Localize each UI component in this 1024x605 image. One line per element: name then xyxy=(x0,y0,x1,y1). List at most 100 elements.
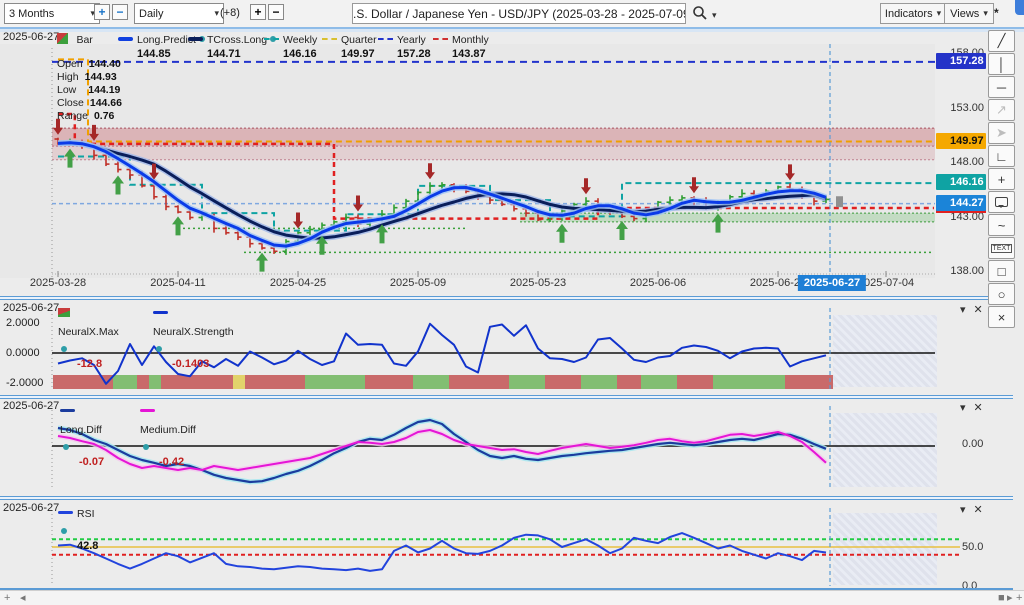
panel2-controls: ▾ ✕ xyxy=(960,303,983,316)
scroll-plus-icon[interactable]: + xyxy=(4,591,10,605)
main-panel-date: 2025-06-27 xyxy=(3,31,59,43)
zoom-in-button[interactable]: + xyxy=(94,4,110,20)
close-drawing-tool[interactable]: × xyxy=(988,306,1015,328)
info-dot-icon[interactable] xyxy=(63,444,69,450)
zoom-out-button[interactable]: − xyxy=(112,4,128,20)
series-swatch-icon xyxy=(188,37,203,41)
remove-bar-button[interactable]: − xyxy=(268,4,284,20)
legend-item-tcross.long[interactable]: TCross.Long144.71 xyxy=(188,30,276,60)
text-tool[interactable]: TEXT xyxy=(988,237,1015,259)
collapse-panel-icon[interactable]: ▾ xyxy=(960,303,966,316)
close-panel-icon[interactable]: ✕ xyxy=(974,401,983,414)
indicator-y-label: 0.0000 xyxy=(0,347,54,359)
series-swatch-icon xyxy=(140,409,155,412)
legend-item-value: -0.07 xyxy=(79,456,104,468)
collapse-panel-icon[interactable]: ▾ xyxy=(960,401,966,414)
collapse-panel-icon[interactable]: ▾ xyxy=(960,503,966,516)
price-tick-label: 138.00 xyxy=(950,265,984,277)
legend-item-weekly[interactable]: Weekly 146.16 xyxy=(264,30,317,60)
trend-line-tool[interactable]: ╱ xyxy=(988,30,1015,52)
horizontal-scrollbar[interactable]: +◂■▸+ xyxy=(0,590,1024,605)
legend-item-label: RSI xyxy=(77,508,95,520)
horizontal-line-tool[interactable]: ─ xyxy=(988,76,1015,98)
current-date-badge[interactable]: 2025-06-27 xyxy=(798,275,866,291)
scroll-thumb-icon[interactable]: ■ xyxy=(998,591,1005,605)
close-panel-icon[interactable]: ✕ xyxy=(974,303,983,316)
indicators-button-label: Indicators xyxy=(885,8,933,20)
legend-item-neuralx.max[interactable]: NeuralX.Max-12.8 xyxy=(58,304,119,370)
date-tick-label: 2025-05-09 xyxy=(390,277,446,289)
legend-item-yearly[interactable]: Yearly157.28 xyxy=(378,30,431,60)
legend-item-label: Weekly xyxy=(283,34,317,46)
price-tick-label: 153.00 xyxy=(950,102,984,114)
interval-select[interactable]: Daily ▾ xyxy=(134,3,224,24)
date-tick-label: 2025-06-06 xyxy=(630,277,686,289)
price-tick-label: 148.00 xyxy=(950,156,984,168)
close-value: 144.66 xyxy=(90,97,122,109)
text-icon: TEXT xyxy=(991,244,1013,253)
legend-item-value: -0.42 xyxy=(159,456,196,468)
rsi-chart[interactable] xyxy=(0,500,1024,588)
wave-tool[interactable]: ~ xyxy=(988,214,1015,236)
close-panel-icon[interactable]: ✕ xyxy=(974,503,983,516)
legend-item-label: NeuralX.Strength xyxy=(153,326,234,338)
range-select-value: 3 Months xyxy=(9,8,54,20)
panel4-date: 2025-06-27 xyxy=(3,502,59,514)
legend-item-label: TCross.Long xyxy=(207,34,267,46)
legend-item-label: Monthly xyxy=(452,34,489,46)
legend-item-label: Yearly xyxy=(397,34,426,46)
views-button[interactable]: Views ▾ xyxy=(944,3,994,24)
legend-item-medium.diff[interactable]: Medium.Diff -0.42 xyxy=(140,402,196,468)
symbol-search-input[interactable]: U.S. Dollar / Japanese Yen - USD/JPY (20… xyxy=(352,3,686,24)
date-tick-label: 2025-05-23 xyxy=(510,277,566,289)
price-chart[interactable] xyxy=(0,28,1024,296)
series-swatch-icon xyxy=(264,38,279,40)
add-bar-button[interactable]: + xyxy=(250,4,266,20)
bar-legend[interactable]: Bar xyxy=(57,30,93,48)
bars-added-label: (+8) xyxy=(220,7,240,19)
info-dot-icon[interactable] xyxy=(143,444,149,450)
range-value: 0.76 xyxy=(94,110,114,122)
series-swatch-icon xyxy=(58,308,70,317)
legend-item-value: 146.16 xyxy=(283,48,317,60)
high-label: High xyxy=(57,71,79,83)
price-level-badge: 144.27 xyxy=(936,195,986,211)
panel3-controls: ▾ ✕ xyxy=(960,401,983,414)
scroll-right-icon[interactable]: ▸ xyxy=(1007,591,1013,605)
chevron-down-icon: ▾ xyxy=(983,8,988,19)
scroll-left-icon[interactable]: ◂ xyxy=(20,591,26,605)
legend-item-value: 42.8 xyxy=(77,540,98,552)
series-swatch-icon xyxy=(433,38,448,40)
legend-item-label: Long.Diff xyxy=(60,424,102,436)
info-dot-icon[interactable] xyxy=(156,346,162,352)
price-level-badge: 157.28 xyxy=(936,53,986,69)
pointer-tool[interactable]: ➤ xyxy=(988,122,1015,144)
high-value: 144.93 xyxy=(85,71,117,83)
ellipse-tool[interactable]: ○ xyxy=(988,283,1015,305)
series-swatch-icon xyxy=(322,38,337,40)
legend-item-label: Medium.Diff xyxy=(140,424,196,436)
angle-tool[interactable]: ∟ xyxy=(988,145,1015,167)
legend-item-value: -12.8 xyxy=(77,358,119,370)
info-dot-icon[interactable] xyxy=(61,346,67,352)
scroll-plus-icon[interactable]: + xyxy=(1016,591,1022,605)
range-select[interactable]: 3 Months ▾ xyxy=(4,3,100,24)
panel2-date: 2025-06-27 xyxy=(3,302,59,314)
rectangle-tool[interactable]: □ xyxy=(988,260,1015,282)
legend-item-neuralx.strength[interactable]: NeuralX.Strength-0.1403 xyxy=(153,304,234,370)
legend-item-rsi[interactable]: RSI 42.8 xyxy=(58,504,98,552)
info-dot-icon[interactable] xyxy=(61,528,67,534)
legend-item-long.diff[interactable]: Long.Diff -0.07 xyxy=(60,402,104,468)
callout-tool[interactable] xyxy=(988,191,1015,213)
search-dropdown-icon[interactable]: ▾ xyxy=(712,10,717,21)
legend-item-monthly[interactable]: Monthly143.87 xyxy=(433,30,489,60)
price-level-badge: 149.97 xyxy=(936,133,986,149)
series-swatch-icon xyxy=(118,37,133,41)
ray-tool[interactable]: ↗ xyxy=(988,99,1015,121)
crosshair-tool[interactable]: + xyxy=(988,168,1015,190)
vertical-line-tool[interactable]: │ xyxy=(988,53,1015,75)
ohlc-readout: Open144.40 High144.93 Low144.19 Close144… xyxy=(57,58,122,123)
legend-item-quarter[interactable]: Quarter149.97 xyxy=(322,30,377,60)
indicators-button[interactable]: Indicators ▾ xyxy=(880,3,946,24)
search-icon[interactable] xyxy=(692,5,708,21)
